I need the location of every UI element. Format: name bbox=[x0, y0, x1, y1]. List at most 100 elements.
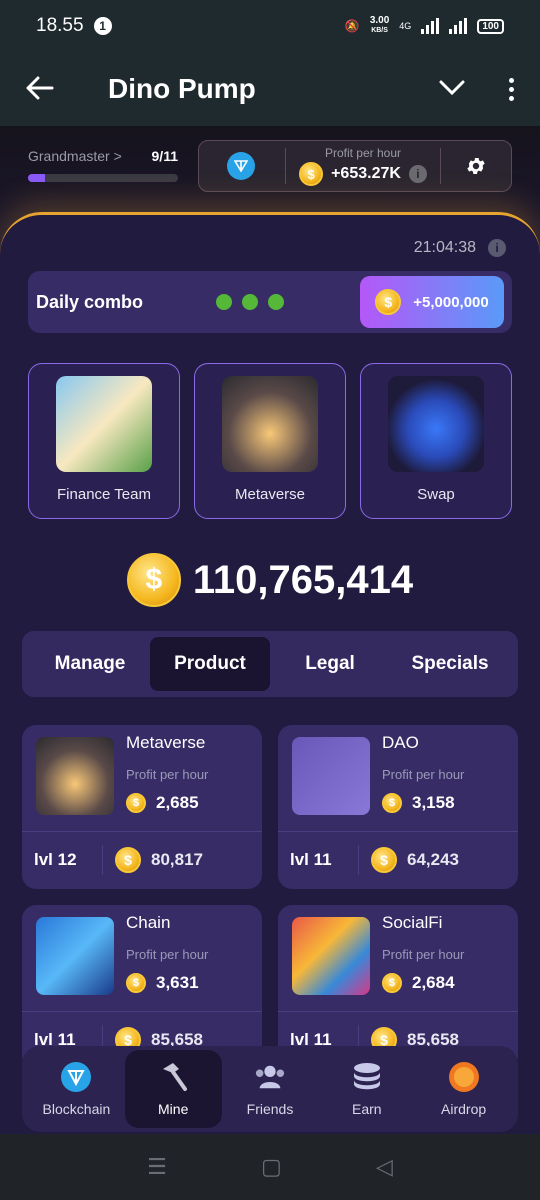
ton-icon bbox=[60, 1061, 92, 1093]
status-bar: 18.55 1 🔕 3.00 KB/S 4G 100 bbox=[0, 0, 540, 52]
dao-card-image bbox=[292, 737, 370, 815]
back-arrow-icon[interactable] bbox=[26, 71, 56, 108]
more-vert-icon[interactable] bbox=[509, 77, 514, 101]
nav-blockchain[interactable]: Blockchain bbox=[28, 1050, 125, 1128]
hammer-icon bbox=[157, 1061, 189, 1093]
card-subtitle: Profit per hour bbox=[126, 767, 209, 782]
tab-product[interactable]: Product bbox=[150, 637, 270, 691]
metaverse-image bbox=[222, 376, 318, 472]
combo-card-swap[interactable]: Swap bbox=[360, 363, 512, 519]
card-title: Chain bbox=[126, 913, 171, 932]
app-bar: Dino Pump bbox=[0, 52, 540, 126]
coin-icon: $ bbox=[371, 847, 397, 873]
airdrop-coin-icon bbox=[448, 1061, 480, 1093]
upgrade-card-metaverse[interactable]: Metaverse Profit per hour $2,685 lvl 12 … bbox=[22, 725, 262, 889]
card-profit: 3,631 bbox=[156, 973, 199, 992]
card-subtitle: Profit per hour bbox=[126, 947, 209, 962]
upgrade-card-socialfi[interactable]: SocialFi Profit per hour $2,684 lvl 11 $… bbox=[278, 905, 518, 1069]
mute-bell-icon: 🔕 bbox=[344, 19, 360, 33]
nav-label: Mine bbox=[158, 1101, 189, 1117]
system-nav-bar: ☰ ▢ ◁ bbox=[0, 1134, 540, 1200]
tab-legal[interactable]: Legal bbox=[270, 637, 390, 691]
coin-icon: $ bbox=[375, 289, 402, 315]
combo-card-metaverse[interactable]: Metaverse bbox=[194, 363, 346, 519]
status-icons: 🔕 3.00 KB/S 4G 100 bbox=[345, 16, 504, 36]
combo-progress-dots bbox=[216, 294, 284, 310]
main-content: Grandmaster > 9/11 Profit per hour $ +65… bbox=[0, 126, 540, 1134]
rank-level: 9/11 bbox=[151, 148, 178, 164]
nav-friends[interactable]: Friends bbox=[222, 1050, 319, 1128]
signal-icon-2 bbox=[449, 18, 468, 34]
nav-label: Earn bbox=[352, 1101, 382, 1117]
coin-icon: $ bbox=[382, 793, 402, 813]
card-subtitle: Profit per hour bbox=[382, 947, 465, 962]
rank-progress[interactable]: Grandmaster > 9/11 bbox=[28, 148, 178, 182]
upgrade-cards-grid: Metaverse Profit per hour $2,685 lvl 12 … bbox=[22, 725, 518, 1069]
combo-cards: Finance Team Metaverse Swap bbox=[28, 363, 512, 519]
tab-manage[interactable]: Manage bbox=[30, 637, 150, 691]
swap-image bbox=[388, 376, 484, 472]
card-title: SocialFi bbox=[382, 913, 443, 932]
bottom-nav: Blockchain Mine Friends Earn Airdrop bbox=[22, 1046, 518, 1132]
combo-card-name: Swap bbox=[417, 486, 455, 503]
recent-apps-icon[interactable]: ☰ bbox=[147, 1154, 167, 1180]
home-icon[interactable]: ▢ bbox=[261, 1154, 282, 1180]
coin-balance: $ 110,765,414 bbox=[0, 553, 540, 607]
nav-label: Friends bbox=[246, 1101, 294, 1117]
app-title: Dino Pump bbox=[108, 73, 256, 104]
mine-panel: 21:04:38 i Daily combo $ +5,000,000 Fina… bbox=[0, 212, 540, 1134]
signal-icon bbox=[421, 18, 440, 34]
card-subtitle: Profit per hour bbox=[382, 767, 465, 782]
back-triangle-icon[interactable]: ◁ bbox=[376, 1154, 393, 1180]
network-speed-value: 3.00 bbox=[369, 15, 390, 26]
ton-icon[interactable] bbox=[227, 152, 255, 180]
info-icon[interactable]: i bbox=[488, 239, 506, 257]
daily-combo-reward-button[interactable]: $ +5,000,000 bbox=[360, 276, 504, 328]
profit-per-hour-box: Profit per hour $ +653.27K i bbox=[198, 140, 512, 192]
nav-mine[interactable]: Mine bbox=[124, 1050, 222, 1128]
combo-card-name: Finance Team bbox=[57, 486, 151, 503]
coin-icon: $ bbox=[115, 847, 141, 873]
chain-card-image bbox=[36, 917, 114, 995]
combo-card-name: Metaverse bbox=[234, 486, 306, 503]
finance-team-image bbox=[56, 376, 152, 472]
coins-stack-icon bbox=[351, 1061, 383, 1093]
card-title: DAO bbox=[382, 733, 419, 752]
nav-airdrop[interactable]: Airdrop bbox=[415, 1050, 512, 1128]
settings-gear-icon[interactable] bbox=[441, 155, 511, 177]
profit-center: Profit per hour $ +653.27K i bbox=[286, 146, 440, 186]
card-profit: 2,684 bbox=[412, 973, 455, 992]
coin-icon: $ bbox=[299, 162, 324, 186]
balance-value: 110,765,414 bbox=[192, 557, 414, 602]
timer-row: 21:04:38 i bbox=[414, 239, 506, 257]
chevron-down-icon[interactable] bbox=[439, 76, 465, 102]
info-icon[interactable]: i bbox=[408, 165, 427, 183]
coin-icon: $ bbox=[126, 973, 146, 993]
card-title: Metaverse bbox=[126, 733, 206, 752]
coin-icon: $ bbox=[382, 973, 402, 993]
rank-bar bbox=[28, 174, 178, 182]
network-speed-unit: KB/S bbox=[371, 27, 388, 34]
nav-earn[interactable]: Earn bbox=[318, 1050, 415, 1128]
coin-icon: $ bbox=[126, 793, 146, 813]
card-price: 64,243 bbox=[407, 850, 459, 869]
card-price: 80,817 bbox=[151, 850, 203, 869]
daily-combo-bar: Daily combo $ +5,000,000 bbox=[28, 271, 512, 333]
divider bbox=[358, 845, 359, 875]
profit-label: Profit per hour bbox=[324, 146, 402, 160]
battery-icon: 100 bbox=[477, 18, 504, 34]
upgrade-card-dao[interactable]: DAO Profit per hour $3,158 lvl 11 $64,24… bbox=[278, 725, 518, 889]
combo-card-finance-team[interactable]: Finance Team bbox=[28, 363, 180, 519]
card-profit: 2,685 bbox=[156, 793, 199, 812]
card-level: lvl 12 bbox=[34, 850, 77, 869]
rank-label[interactable]: Grandmaster > bbox=[28, 148, 122, 164]
nav-label: Airdrop bbox=[441, 1101, 487, 1117]
card-level: lvl 11 bbox=[290, 850, 332, 869]
daily-combo-reward: +5,000,000 bbox=[413, 293, 489, 311]
network-speed: 3.00 KB/S bbox=[370, 16, 389, 36]
upgrade-card-chain[interactable]: Chain Profit per hour $3,631 lvl 11 $85,… bbox=[22, 905, 262, 1069]
metaverse-card-image bbox=[36, 737, 114, 815]
socialfi-card-image bbox=[292, 917, 370, 995]
divider bbox=[102, 845, 103, 875]
tab-specials[interactable]: Specials bbox=[390, 637, 510, 691]
